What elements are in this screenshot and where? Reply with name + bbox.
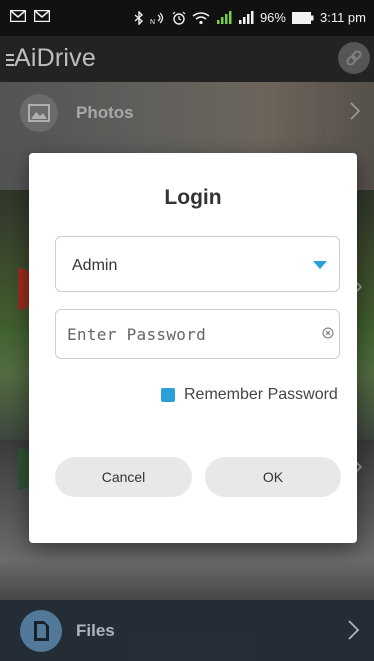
alarm-icon (172, 11, 186, 25)
email-icon (34, 10, 50, 22)
nfc-icon: N (150, 11, 166, 25)
user-select-value: Admin (72, 257, 118, 274)
password-input[interactable] (55, 309, 340, 359)
wifi-icon (192, 11, 210, 25)
email-icon (10, 10, 26, 22)
signal-icon (216, 10, 232, 25)
cancel-button[interactable]: Cancel (55, 457, 192, 497)
remember-password-label[interactable]: Remember Password (184, 386, 338, 404)
status-left (10, 10, 50, 22)
user-select[interactable]: Admin (55, 236, 340, 292)
battery-icon (291, 11, 314, 24)
remember-password-checkbox[interactable] (161, 388, 175, 402)
clear-icon[interactable] (322, 327, 334, 339)
dropdown-arrow-icon[interactable] (313, 261, 327, 269)
status-right: N 96% 3:11 pm (134, 10, 366, 25)
dialog-title: Login (164, 186, 222, 209)
signal-icon (238, 10, 254, 25)
ok-button[interactable]: OK (205, 457, 341, 497)
svg-text:N: N (150, 19, 155, 25)
login-dialog: Login Admin Remember Password Cancel OK (29, 153, 357, 543)
bluetooth-icon (134, 10, 144, 25)
battery-percent: 96% (259, 10, 286, 25)
status-bar: N 96% 3:11 pm (0, 0, 374, 36)
clock: 3:11 pm (319, 10, 366, 25)
